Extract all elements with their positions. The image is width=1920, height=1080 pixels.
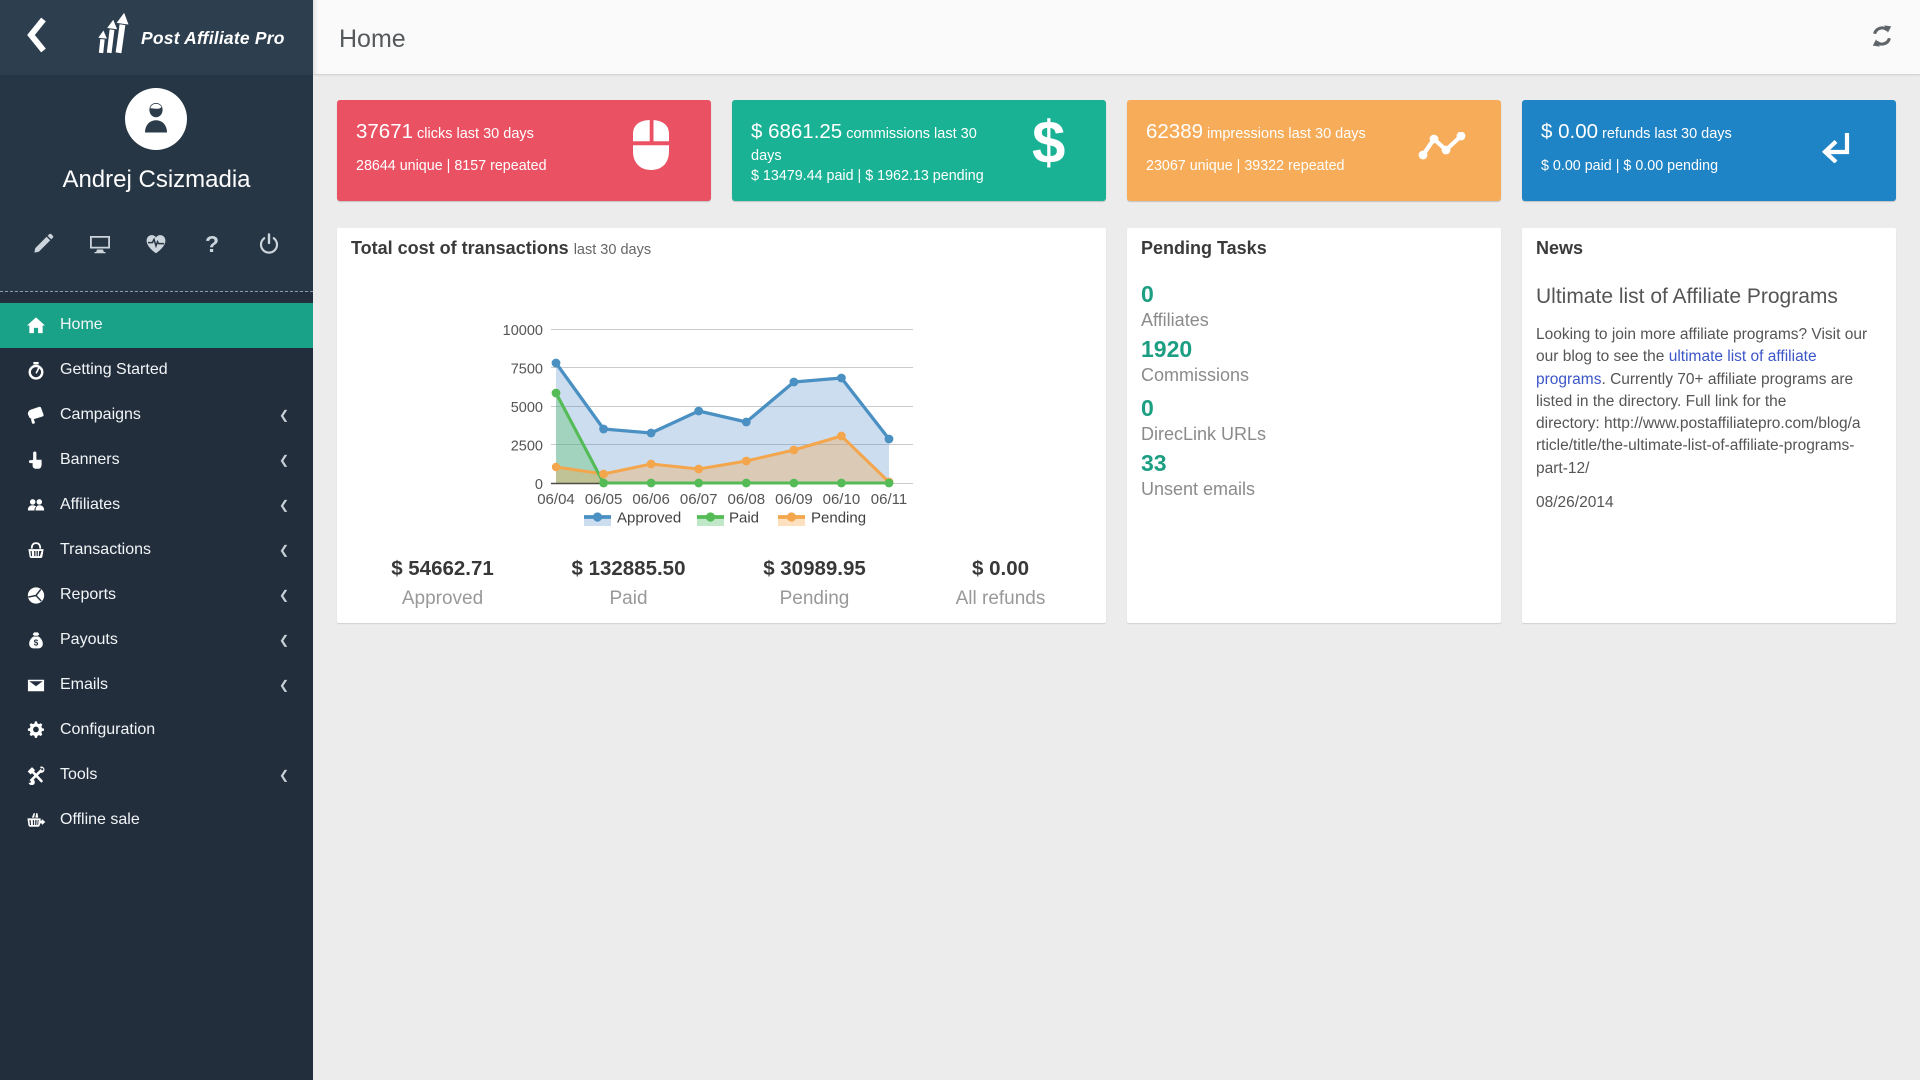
svg-text:2500: 2500: [511, 439, 543, 455]
svg-text:06/08: 06/08: [728, 491, 766, 508]
svg-text:Paid: Paid: [729, 510, 759, 527]
svg-text:7500: 7500: [511, 362, 543, 378]
svg-text:10000: 10000: [503, 323, 543, 339]
svg-text:5000: 5000: [511, 400, 543, 416]
svg-text:?: ?: [205, 233, 219, 255]
svg-text:06/09: 06/09: [775, 491, 813, 508]
svg-text:06/04: 06/04: [537, 491, 575, 508]
svg-text:$: $: [34, 639, 39, 648]
svg-text:06/10: 06/10: [823, 491, 861, 508]
svg-text:Approved: Approved: [617, 510, 681, 527]
svg-text:06/07: 06/07: [680, 491, 718, 508]
svg-text:06/11: 06/11: [871, 491, 907, 508]
svg-text:Pending: Pending: [811, 510, 866, 527]
svg-text:06/05: 06/05: [585, 491, 623, 508]
svg-text:06/06: 06/06: [632, 491, 670, 508]
